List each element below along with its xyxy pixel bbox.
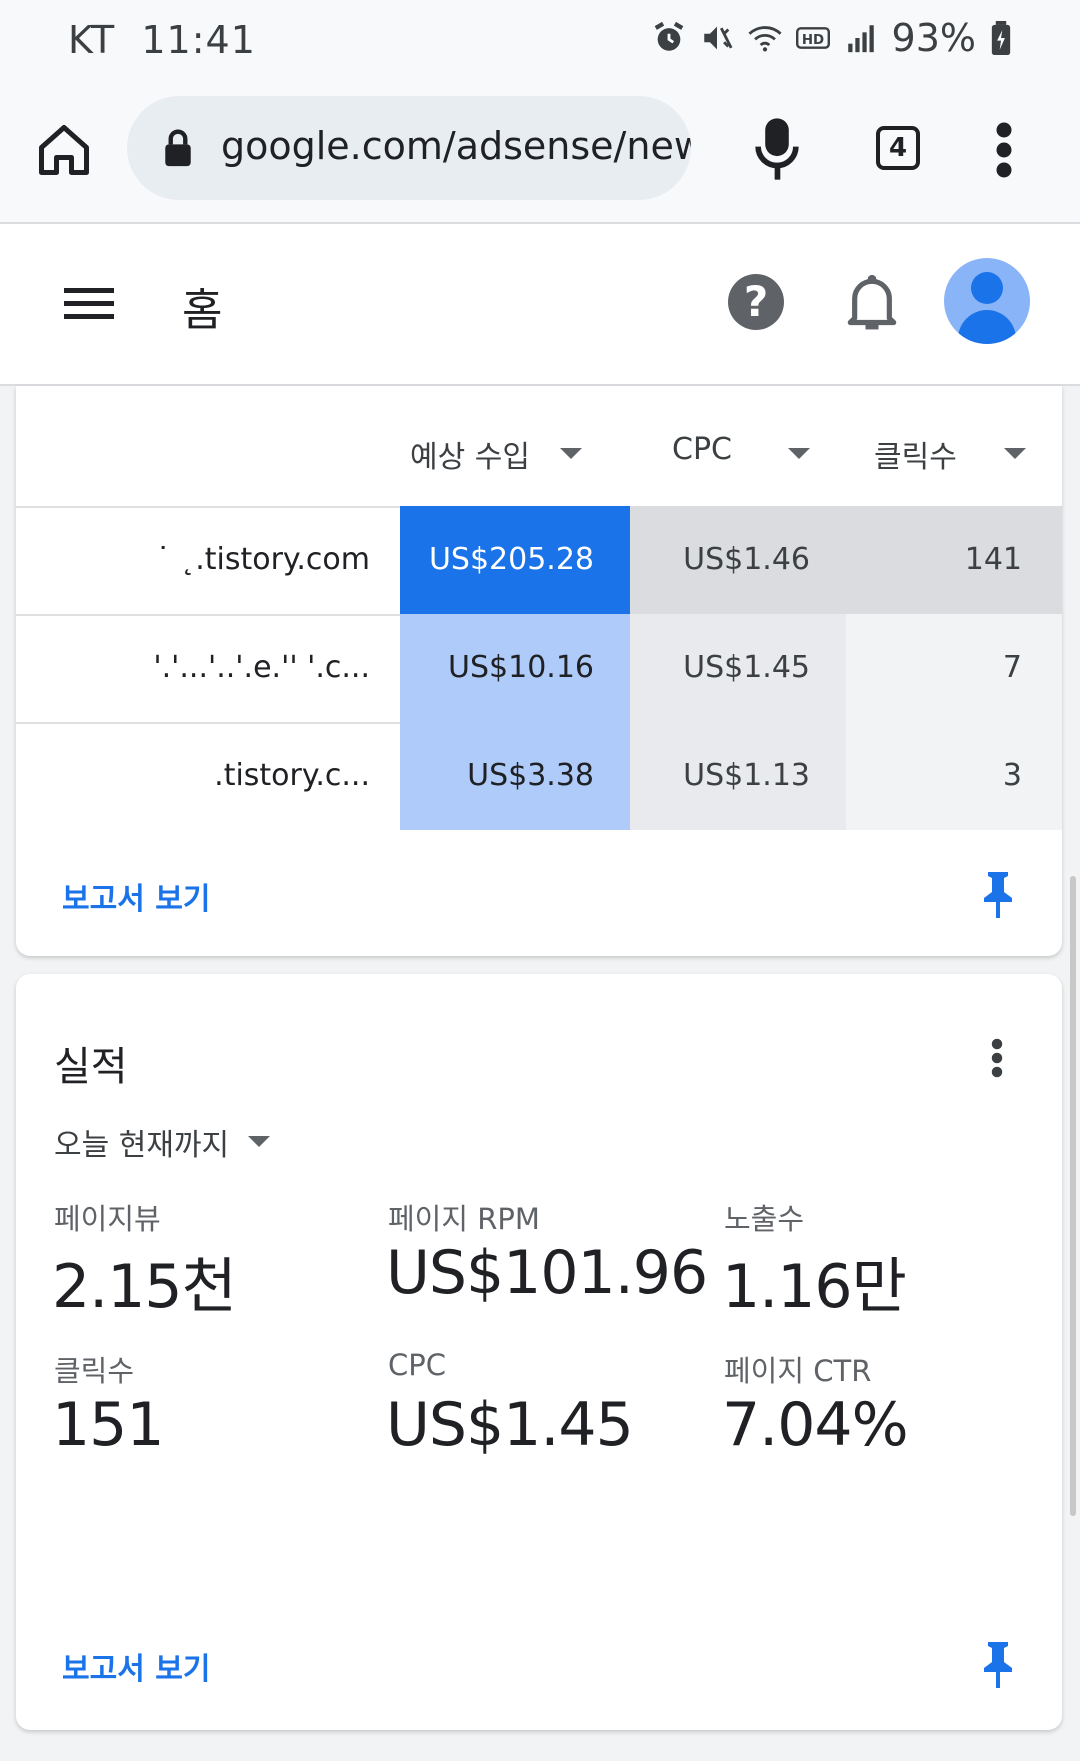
metric-value: 7.04% bbox=[722, 1390, 909, 1460]
app-header: 홈 ? bbox=[0, 224, 1080, 386]
clicks-cell: 3 bbox=[846, 722, 1062, 830]
table-row[interactable]: .tistory.c... US$3.38 US$1.13 3 bbox=[16, 722, 1062, 830]
table-header: 예상 수입 CPC 클릭수 bbox=[16, 386, 1062, 508]
notifications-icon[interactable] bbox=[846, 272, 898, 334]
sort-arrow-icon[interactable] bbox=[1004, 448, 1026, 459]
tab-switcher-button[interactable]: 4 bbox=[876, 126, 920, 170]
wifi-icon bbox=[747, 26, 782, 52]
hd-icon: HD bbox=[795, 27, 830, 49]
sort-arrow-icon[interactable] bbox=[788, 448, 810, 459]
status-bar: KT 11:41 HD 93% bbox=[0, 0, 1080, 88]
tab-count: 4 bbox=[888, 133, 908, 163]
menu-icon[interactable] bbox=[64, 286, 114, 322]
more-vert-icon[interactable] bbox=[990, 1036, 1004, 1080]
column-header-cpc[interactable]: CPC bbox=[672, 432, 732, 467]
metric-label: CPC bbox=[388, 1348, 446, 1382]
clicks-cell: 141 bbox=[846, 506, 1062, 614]
card-title: 실적 bbox=[54, 1044, 128, 1090]
chevron-down-icon[interactable] bbox=[248, 1136, 270, 1147]
view-report-link[interactable]: 보고서 보기 bbox=[62, 874, 210, 918]
svg-text:HD: HD bbox=[801, 33, 823, 48]
url-text: google.com/adsense/new/ bbox=[221, 124, 691, 168]
metric-label: 노출수 bbox=[724, 1202, 805, 1236]
metric-value: US$101.96 bbox=[386, 1238, 708, 1308]
column-header-clicks[interactable]: 클릭수 bbox=[874, 432, 957, 476]
metric-value: 2.15천 bbox=[52, 1252, 237, 1322]
cpc-cell: US$1.46 bbox=[630, 506, 846, 614]
earnings-cell: US$205.28 bbox=[400, 506, 630, 614]
battery-charging-icon bbox=[991, 21, 1011, 55]
metric-value: 151 bbox=[52, 1390, 165, 1460]
cpc-cell: US$1.13 bbox=[630, 722, 846, 830]
sites-table-card: 예상 수입 CPC 클릭수 ˙ ˛.tistory.com US$205.28 … bbox=[16, 386, 1062, 956]
earnings-cell: US$10.16 bbox=[400, 614, 630, 722]
address-bar[interactable]: google.com/adsense/new/ bbox=[127, 96, 691, 200]
status-carrier-time: KT 11:41 bbox=[68, 18, 256, 62]
sort-arrow-icon[interactable] bbox=[560, 448, 582, 459]
microphone-icon[interactable] bbox=[752, 116, 802, 182]
earnings-cell: US$3.38 bbox=[400, 722, 630, 830]
home-icon[interactable] bbox=[34, 120, 94, 180]
lock-icon bbox=[165, 129, 191, 167]
status-icons: HD 93% bbox=[652, 16, 1012, 60]
mute-icon bbox=[703, 26, 732, 50]
table-row[interactable]: ˙ ˛.tistory.com US$205.28 US$1.46 141 bbox=[16, 506, 1062, 616]
battery-percent: 93% bbox=[891, 16, 976, 60]
metric-label: 페이지 RPM bbox=[388, 1202, 540, 1236]
metric-label: 페이지뷰 bbox=[54, 1202, 161, 1236]
view-report-link[interactable]: 보고서 보기 bbox=[62, 1644, 210, 1688]
signal-icon bbox=[847, 25, 874, 53]
column-header-earnings[interactable]: 예상 수입 bbox=[410, 432, 530, 476]
cpc-cell: US$1.45 bbox=[630, 614, 846, 722]
more-vert-icon[interactable] bbox=[992, 120, 1016, 180]
performance-card: 실적 오늘 현재까지 페이지뷰 2.15천 페이지 RPM US$101.96 … bbox=[16, 974, 1062, 1730]
browser-toolbar: google.com/adsense/new/ 4 bbox=[0, 88, 1080, 224]
site-name: .tistory.c... bbox=[214, 758, 370, 793]
metric-value: 1.16만 bbox=[722, 1252, 907, 1322]
site-name: '.'...'..'.e.'' '.c... bbox=[153, 650, 370, 685]
page-title: 홈 bbox=[182, 285, 223, 336]
metric-label: 페이지 CTR bbox=[724, 1354, 872, 1388]
help-icon[interactable]: ? bbox=[728, 274, 784, 330]
alarm-icon bbox=[654, 21, 683, 51]
clicks-cell: 7 bbox=[846, 614, 1062, 722]
pin-icon[interactable] bbox=[982, 1640, 1014, 1688]
carrier-label: KT bbox=[68, 18, 116, 62]
pin-icon[interactable] bbox=[982, 870, 1014, 918]
scrollbar[interactable] bbox=[1070, 876, 1076, 1516]
metric-value: US$1.45 bbox=[386, 1390, 634, 1460]
site-name: ˙ ˛.tistory.com bbox=[155, 542, 370, 577]
date-range-dropdown[interactable]: 오늘 현재까지 bbox=[54, 1120, 229, 1164]
avatar[interactable] bbox=[944, 258, 1030, 344]
metric-label: 클릭수 bbox=[54, 1354, 135, 1388]
clock: 11:41 bbox=[141, 18, 256, 62]
table-row[interactable]: '.'...'..'.e.'' '.c... US$10.16 US$1.45 … bbox=[16, 614, 1062, 724]
